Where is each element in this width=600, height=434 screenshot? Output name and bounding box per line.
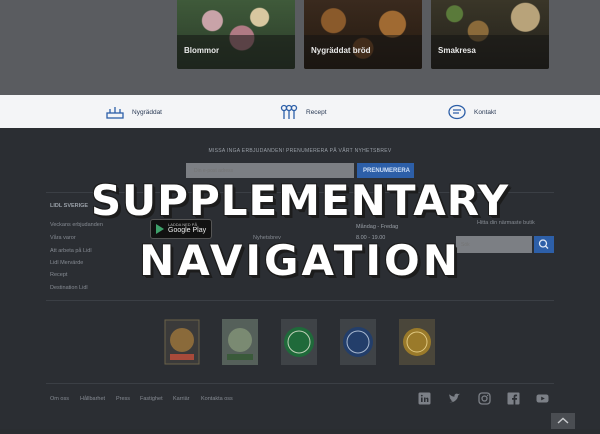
twitter-icon[interactable]: [448, 392, 461, 405]
bottom-link-property[interactable]: Fastighet: [140, 396, 163, 402]
award-badge-2: [221, 318, 259, 366]
linkedin-icon[interactable]: [418, 392, 431, 405]
recipe-icon: [280, 104, 298, 119]
quick-nav-bar: Nygräddat Recept Kontakt: [0, 95, 600, 128]
newsletter-title: MISSA INGA ERBJUDANDEN! PRENUMERERA PÅ V…: [208, 148, 392, 154]
quick-nav-bread[interactable]: Nygräddat: [106, 104, 162, 120]
category-card-flowers[interactable]: Blommor: [177, 0, 295, 69]
category-label: Smakresa: [438, 46, 476, 55]
divider: [46, 383, 554, 384]
award-badge-1: [163, 318, 201, 366]
chevron-up-icon: [557, 417, 569, 424]
category-card-bread[interactable]: Nygräddat bröd: [304, 0, 422, 69]
category-section: Blommor Nygräddat bröd Smakresa: [0, 0, 600, 95]
divider: [46, 300, 554, 301]
facebook-icon[interactable]: [507, 392, 520, 405]
footer-link[interactable]: Destination Lidl: [50, 285, 88, 291]
bottom-link-sustainability[interactable]: Hållbarhet: [80, 396, 105, 402]
overlay-title-line1: SUPPLEMENTARY: [90, 176, 510, 225]
bottom-link-press[interactable]: Press: [116, 396, 130, 402]
instagram-icon[interactable]: [478, 392, 491, 405]
category-label: Nygräddat bröd: [311, 46, 371, 55]
contact-icon: [448, 104, 466, 120]
bottom-link-contact[interactable]: Kontakta oss: [201, 396, 233, 402]
award-badge-4: [339, 318, 377, 366]
award-badge-3: [280, 318, 318, 366]
app-badge-line2: Google Play: [168, 227, 207, 234]
award-badge-5: [398, 318, 436, 366]
quick-nav-label: Recept: [306, 108, 327, 116]
category-card-taste-trip[interactable]: Smakresa: [431, 0, 549, 69]
back-to-top-button[interactable]: [551, 413, 575, 429]
quick-nav-contact[interactable]: Kontakt: [448, 104, 496, 120]
bottom-link-about[interactable]: Om oss: [50, 396, 69, 402]
quick-nav-label: Nygräddat: [132, 108, 162, 116]
quick-nav-recipes[interactable]: Recept: [280, 104, 327, 120]
youtube-icon[interactable]: [536, 392, 549, 405]
category-label: Blommor: [184, 46, 220, 55]
quick-nav-label: Kontakt: [474, 108, 497, 116]
google-play-icon: [156, 224, 164, 234]
bottom-link-career[interactable]: Karriär: [173, 396, 190, 402]
bread-icon: [106, 107, 124, 119]
overlay-title-line2: NAVIGATION: [139, 236, 461, 285]
